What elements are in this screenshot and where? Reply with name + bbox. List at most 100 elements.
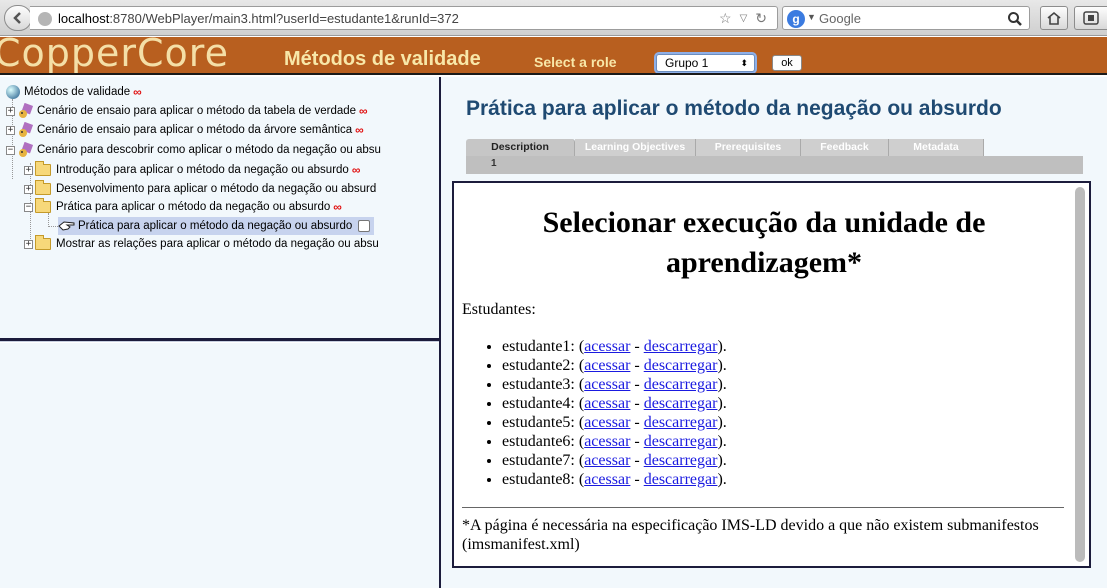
- students-label: Estudantes:: [462, 301, 536, 318]
- collapse-icon[interactable]: −: [24, 202, 33, 212]
- reload-icon[interactable]: ↻: [755, 10, 767, 27]
- expand-icon[interactable]: +: [24, 184, 33, 194]
- subtab-1[interactable]: 1: [491, 158, 497, 169]
- student-name: estudante6: [502, 433, 571, 450]
- search-icon[interactable]: [1007, 11, 1023, 27]
- environment-panel: [0, 343, 439, 588]
- download-link[interactable]: descarregar: [644, 338, 718, 355]
- engine-dropdown-icon[interactable]: ▼: [807, 12, 816, 22]
- download-link[interactable]: descarregar: [644, 452, 718, 469]
- student-name: estudante4: [502, 395, 571, 412]
- student-name: estudante5: [502, 414, 571, 431]
- tree-item-scenario-semantic-tree[interactable]: + Cenário de ensaio para aplicar o métod…: [6, 121, 364, 139]
- access-link[interactable]: acessar: [584, 433, 630, 450]
- completion-checkbox[interactable]: [358, 220, 371, 232]
- scenario-icon: [19, 142, 34, 157]
- tab-metadata[interactable]: Metadata: [889, 139, 984, 156]
- infinity-icon: ∞: [351, 163, 361, 177]
- tab-prerequisites[interactable]: Prerequisites: [696, 139, 801, 156]
- back-arrow-icon: [13, 12, 21, 24]
- url-text[interactable]: localhost:8780/WebPlayer/main3.html?user…: [58, 11, 459, 26]
- home-button[interactable]: [1040, 6, 1068, 30]
- content-heading: Selecionar execução da unidade de aprend…: [542, 206, 986, 279]
- back-button[interactable]: [4, 5, 32, 31]
- student-name: estudante1: [502, 338, 571, 355]
- select-role-label: Select a role: [534, 54, 617, 70]
- tree-item-practice-activity[interactable]: Prática para aplicar o método da negação…: [58, 217, 375, 235]
- collapse-icon[interactable]: −: [6, 145, 15, 155]
- folder-icon: [35, 180, 51, 195]
- download-link[interactable]: descarregar: [644, 414, 718, 431]
- access-link[interactable]: acessar: [584, 376, 630, 393]
- download-link[interactable]: descarregar: [644, 357, 718, 374]
- left-panel-divider[interactable]: [0, 338, 439, 342]
- access-link[interactable]: acessar: [584, 471, 630, 488]
- infinity-icon: ∞: [133, 85, 142, 99]
- tree-item-development[interactable]: + Desenvolvimento para aplicar o método …: [24, 180, 376, 198]
- app-header: CopperCore Métodos de validade Select a …: [0, 37, 1107, 75]
- ok-button[interactable]: ok: [772, 55, 802, 71]
- coppercore-logo: CopperCore: [0, 37, 229, 75]
- search-input[interactable]: Google: [819, 11, 861, 26]
- addon-button[interactable]: [1074, 6, 1107, 30]
- download-link[interactable]: descarregar: [644, 376, 718, 393]
- tree-item-scenario-negation[interactable]: − Cenário para descobrir como aplicar o …: [6, 141, 381, 159]
- student-name: estudante7: [502, 452, 571, 469]
- download-link[interactable]: descarregar: [644, 433, 718, 450]
- expand-icon[interactable]: +: [24, 239, 33, 249]
- tree-root[interactable]: Métodos de validade ∞: [6, 83, 142, 101]
- tree-item-introduction[interactable]: + Introdução para aplicar o método da ne…: [24, 161, 361, 179]
- student-item: estudante4: (acessar - descarregar).: [502, 394, 727, 413]
- access-link[interactable]: acessar: [584, 357, 630, 374]
- tree-item-scenario-truth-table[interactable]: + Cenário de ensaio para aplicar o métod…: [6, 102, 368, 120]
- page-title: Métodos de validade: [284, 48, 481, 70]
- folder-icon: [35, 235, 51, 250]
- scrollbar[interactable]: [1075, 187, 1085, 562]
- expand-icon[interactable]: +: [6, 125, 15, 135]
- student-name: estudante8: [502, 471, 571, 488]
- tab-feedback[interactable]: Feedback: [801, 139, 889, 156]
- select-arrows-icon: ⬍: [740, 58, 748, 68]
- student-item: estudante6: (acessar - descarregar).: [502, 432, 727, 451]
- infinity-icon: ∞: [333, 200, 342, 214]
- expand-icon[interactable]: +: [6, 106, 15, 116]
- scenario-icon: [19, 103, 34, 118]
- divider: [462, 507, 1064, 508]
- scenario-icon: [19, 122, 34, 137]
- tree-item-show-relations[interactable]: + Mostrar as relações para aplicar o mét…: [24, 235, 379, 253]
- globe-icon: [38, 12, 52, 26]
- bookmark-star-icon[interactable]: ☆: [719, 10, 732, 27]
- home-icon: [1047, 11, 1061, 25]
- tree-item-practice-folder[interactable]: − Prática para aplicar o método da negaç…: [24, 198, 342, 216]
- download-link[interactable]: descarregar: [644, 395, 718, 412]
- subtab-strip: 1: [466, 156, 1083, 174]
- download-link[interactable]: descarregar: [644, 471, 718, 488]
- search-bar[interactable]: g ▼ Google: [782, 6, 1030, 30]
- student-item: estudante7: (acessar - descarregar).: [502, 451, 727, 470]
- infinity-icon: ∞: [359, 104, 368, 118]
- access-link[interactable]: acessar: [584, 452, 630, 469]
- open-folder-icon: [35, 198, 51, 213]
- student-item: estudante2: (acessar - descarregar).: [502, 356, 727, 375]
- student-name: estudante2: [502, 357, 571, 374]
- expand-icon[interactable]: +: [24, 165, 33, 175]
- activity-tree-panel: Métodos de validade ∞ + Cenário de ensaio…: [0, 77, 439, 339]
- role-select[interactable]: Grupo 1 ⬍: [656, 54, 755, 72]
- student-item: estudante1: (acessar - descarregar).: [502, 337, 727, 356]
- activity-title: Prática para aplicar o método da negação…: [466, 97, 1002, 120]
- history-dropdown-icon[interactable]: ▽: [740, 13, 748, 24]
- tree-guide: [48, 226, 58, 227]
- tab-learning-objectives[interactable]: Learning Objectives: [575, 139, 696, 156]
- extension-icon: [1083, 11, 1099, 25]
- access-link[interactable]: acessar: [584, 338, 630, 355]
- access-link[interactable]: acessar: [584, 414, 630, 431]
- tab-description[interactable]: Description: [466, 139, 575, 156]
- student-list: estudante1: (acessar - descarregar).estu…: [486, 337, 727, 489]
- pointing-hand-icon: [58, 221, 75, 231]
- address-bar[interactable]: localhost:8780/WebPlayer/main3.html?user…: [30, 6, 778, 30]
- access-link[interactable]: acessar: [584, 395, 630, 412]
- google-logo-icon[interactable]: g: [787, 10, 805, 28]
- content-frame: Selecionar execução da unidade de aprend…: [452, 181, 1091, 568]
- student-name: estudante3: [502, 376, 571, 393]
- browser-toolbar: localhost:8780/WebPlayer/main3.html?user…: [0, 0, 1107, 36]
